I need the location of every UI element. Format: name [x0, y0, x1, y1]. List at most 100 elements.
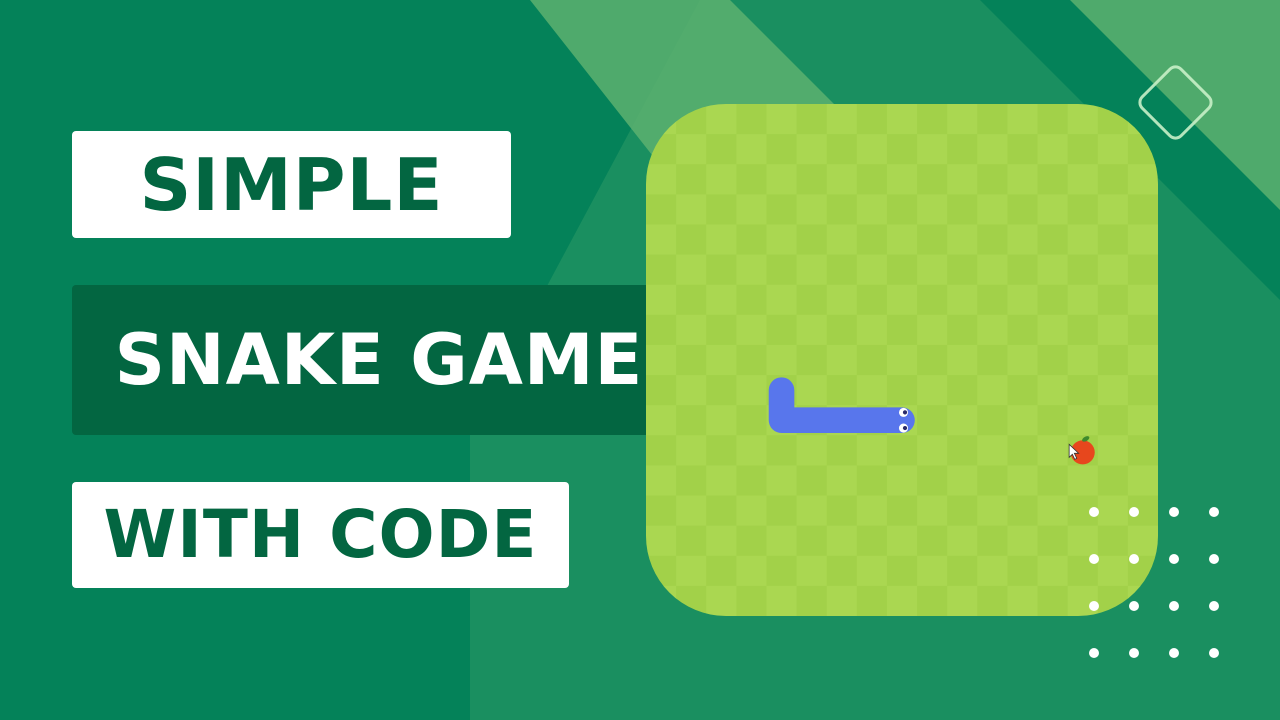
- board-cell: [1127, 405, 1158, 436]
- board-cell: [796, 194, 828, 225]
- board-cell: [886, 164, 918, 195]
- board-cell: [1097, 164, 1129, 195]
- board-cell: [796, 375, 828, 406]
- board-cell: [856, 104, 888, 135]
- board-cell: [646, 495, 677, 527]
- board-cell: [766, 254, 798, 286]
- board-cell: [1007, 104, 1039, 135]
- board-cell: [1067, 465, 1099, 497]
- board-cell: [1067, 134, 1099, 165]
- board-cell: [1037, 555, 1069, 587]
- board-cell: [676, 525, 707, 557]
- board-cell: [1007, 344, 1039, 376]
- board-cell: [646, 164, 677, 195]
- board-cell: [1037, 104, 1069, 135]
- board-cell: [706, 254, 737, 286]
- board-cell: [736, 254, 767, 286]
- board-cell: [977, 314, 1008, 346]
- board-cell: [766, 164, 798, 195]
- board-cell: [947, 465, 978, 497]
- board-cell: [977, 224, 1008, 256]
- board-cell: [1127, 284, 1158, 316]
- board-cell: [826, 495, 858, 527]
- board-cell: [947, 525, 978, 557]
- board-cell: [947, 164, 978, 195]
- board-cell: [676, 134, 707, 165]
- board-cell: [706, 134, 737, 165]
- board-cell: [977, 375, 1008, 406]
- board-cell: [886, 585, 918, 616]
- board-cell: [766, 104, 798, 135]
- board-cell: [826, 104, 858, 135]
- board-cell: [676, 194, 707, 225]
- board-cell: [646, 435, 677, 466]
- board-cell: [646, 254, 677, 286]
- board-cell: [796, 164, 828, 195]
- decor-dot: [1169, 601, 1179, 611]
- board-cell: [886, 375, 918, 406]
- board-cell: [1007, 314, 1039, 346]
- board-cell: [917, 344, 948, 376]
- board-cell: [917, 435, 948, 466]
- board-cell: [977, 164, 1008, 195]
- board-cell: [886, 224, 918, 256]
- decor-dot: [1089, 554, 1099, 564]
- board-cell: [856, 254, 888, 286]
- title-snake-game: SNAKE GAME: [114, 319, 644, 401]
- title-with-code-box: WITH CODE: [72, 482, 569, 588]
- board-cell: [736, 435, 767, 466]
- decor-dot: [1209, 554, 1219, 564]
- board-cell: [1067, 375, 1099, 406]
- board-cell: [1067, 164, 1099, 195]
- board-cell: [917, 134, 948, 165]
- board-cell: [826, 164, 858, 195]
- board-cell: [1127, 435, 1158, 466]
- board-cell: [646, 465, 677, 497]
- board-cell: [977, 194, 1008, 225]
- board-cell: [646, 104, 677, 135]
- board-cell: [676, 495, 707, 527]
- board-cell: [1097, 134, 1129, 165]
- board-cell: [856, 525, 888, 557]
- board-cell: [917, 465, 948, 497]
- board-cell: [947, 375, 978, 406]
- board-cell: [646, 224, 677, 256]
- board-cell: [947, 435, 978, 466]
- board-cell: [917, 284, 948, 316]
- board-cell: [736, 164, 767, 195]
- board-cell: [917, 104, 948, 135]
- board-cell: [796, 344, 828, 376]
- board-cell: [1127, 375, 1158, 406]
- board-cell: [856, 375, 888, 406]
- board-cell: [706, 435, 737, 466]
- board-cell: [917, 314, 948, 346]
- board-cell: [706, 465, 737, 497]
- board-cell: [736, 134, 767, 165]
- board-cell: [796, 104, 828, 135]
- board-cell: [646, 375, 677, 406]
- board-cell: [1037, 224, 1069, 256]
- board-cell: [736, 314, 767, 346]
- decor-dot: [1169, 507, 1179, 517]
- board-cell: [977, 254, 1008, 286]
- board-cell: [1067, 344, 1099, 376]
- board-cell: [977, 284, 1008, 316]
- decor-dot: [1089, 648, 1099, 658]
- board-cell: [947, 134, 978, 165]
- board-cell: [1007, 164, 1039, 195]
- board-cell: [977, 465, 1008, 497]
- board-cell: [646, 344, 677, 376]
- board-cell: [796, 435, 828, 466]
- board-cell: [736, 224, 767, 256]
- board-cell: [947, 254, 978, 286]
- decor-dot: [1129, 554, 1139, 564]
- board-cell: [676, 435, 707, 466]
- board-cell: [1127, 194, 1158, 225]
- board-cell: [1037, 465, 1069, 497]
- board-cell: [766, 525, 798, 557]
- board-cell: [766, 495, 798, 527]
- board-cell: [676, 344, 707, 376]
- board-cell: [736, 585, 767, 616]
- board-cell: [766, 435, 798, 466]
- board-cell: [856, 194, 888, 225]
